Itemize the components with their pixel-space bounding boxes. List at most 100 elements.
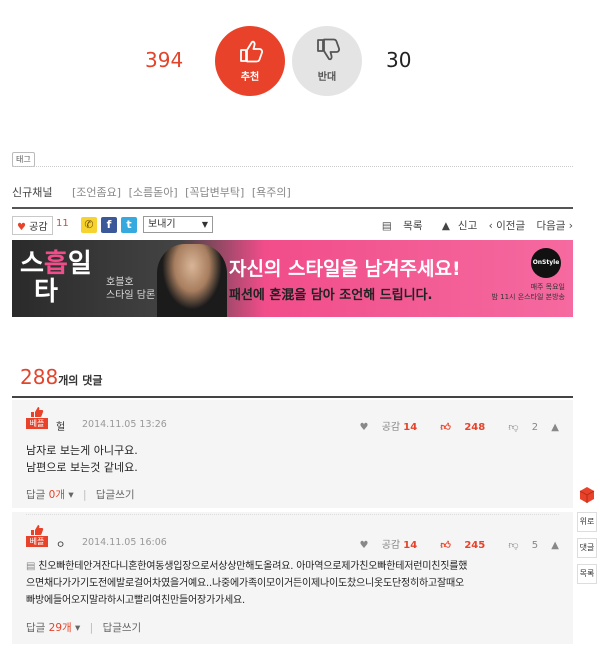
best-label: 베플: [26, 536, 48, 547]
thumbs-up-icon: [31, 525, 44, 535]
comment-item: 베플 ㅇ 2014.11.05 16:06 ♥ 공감 14 👍︎ 245 👎︎ …: [12, 512, 573, 644]
like-label: 공감: [29, 222, 48, 233]
comment-divider: [26, 514, 559, 515]
quick-menu-logo-icon[interactable]: [577, 486, 597, 506]
comment-downvote-count: 5: [531, 540, 539, 551]
chevron-down-icon: ▾: [68, 489, 74, 501]
banner-logo-char: 타: [34, 277, 58, 307]
kakao-share-icon[interactable]: ✆: [81, 217, 97, 233]
prev-post-link[interactable]: ‹ 이전글: [489, 220, 526, 232]
reply-toggle[interactable]: 답글 29개 ▾: [26, 622, 80, 634]
banner-schedule: 매주 목요일 밤 11시 온스타일 본방송: [491, 282, 565, 302]
thumbs-up-icon: 👍︎: [440, 540, 451, 551]
quick-menu: 위로 댓글 목록: [577, 486, 597, 590]
comment-date: 2014.11.05 16:06: [82, 537, 167, 548]
comment-body: ▤ 친오빠한테안겨잔다니혼한여동생입장으로서상상만해도올려요. 아마역으로제가친…: [26, 558, 559, 609]
comment-count: 288: [20, 365, 59, 389]
comment-reply-row: 답글 29개 ▾ | 답글쓰기: [26, 620, 141, 635]
list-link[interactable]: ▤ 목록: [374, 220, 423, 232]
reply-count: 0개: [48, 489, 66, 501]
next-post-link[interactable]: 다음글 ›: [536, 220, 573, 232]
reply-label: 답글: [26, 489, 46, 501]
comment-downvote-button[interactable]: 👎︎ 5: [498, 540, 538, 551]
comments-header: 288개의 댓글: [20, 365, 103, 389]
comment-upvote-count: 245: [464, 540, 486, 551]
comment-line: 남편으로 보는것 같네요.: [26, 461, 138, 474]
channel-divider: [12, 207, 573, 209]
quick-list-button[interactable]: 목록: [577, 564, 597, 584]
comment-like-button[interactable]: ♥ 공감 14: [350, 540, 418, 551]
quick-reply-button[interactable]: 댓글: [577, 538, 597, 558]
thumbs-up-icon: [31, 407, 44, 417]
facebook-share-icon[interactable]: f: [101, 217, 117, 233]
report-icon[interactable]: ▲: [551, 422, 559, 433]
send-select-value: 보내기: [148, 219, 176, 230]
comment-upvote-count: 248: [464, 422, 486, 433]
reply-label: 답글: [26, 622, 46, 634]
channel-link[interactable]: [조언좀요]: [72, 186, 121, 199]
thumbs-down-icon: 👎︎: [508, 540, 519, 551]
channel-title[interactable]: 신규채널: [12, 186, 52, 199]
write-reply-link[interactable]: 답글쓰기: [103, 622, 142, 634]
write-reply-link[interactable]: 답글쓰기: [96, 489, 135, 501]
report-label: 신고: [457, 220, 478, 232]
twitter-share-icon[interactable]: t: [121, 217, 137, 233]
comment-line-text: 친오빠한테안겨잔다니혼한여동생입장으로서상상만해도올려요. 아마역으로제가친오빠…: [38, 561, 468, 572]
banner-logo-char: 일: [67, 249, 92, 279]
comment-like-label: 공감: [381, 422, 401, 433]
chevron-down-icon: ▾: [75, 622, 81, 634]
comments-header-divider: [12, 396, 573, 398]
quick-top-button[interactable]: 위로: [577, 512, 597, 532]
dropdown-arrow-icon: ▼: [201, 220, 208, 229]
report-link[interactable]: ▲ 신고: [434, 220, 477, 232]
like-button[interactable]: ♥ 공감: [12, 216, 53, 235]
report-icon[interactable]: ▲: [551, 540, 559, 551]
comment-line: ▤ 친오빠한테안겨잔다니혼한여동생입장으로서상상만해도올려요. 아마역으로제가친…: [26, 558, 559, 575]
banner-schedule-time: 밤 11시 온스타일 본방송: [491, 293, 565, 301]
heart-icon: ♥: [359, 422, 369, 433]
comment-line: 빠방에들어오지말라하시고빨리여친만들어장가가세요.: [26, 595, 245, 606]
banner-headline: 자신의 스타일을 남겨주세요!: [229, 258, 461, 280]
heart-icon: ♥: [17, 222, 26, 233]
channel-links: [조언좀요] [소름돋아] [꼭답변부탁] [욕주의]: [72, 186, 295, 199]
comment-reply-row: 답글 0개 ▾ | 답글쓰기: [26, 487, 135, 502]
channel-link[interactable]: [욕주의]: [252, 186, 291, 199]
comment-date: 2014.11.05 13:26: [82, 419, 167, 430]
like-count: 11: [56, 218, 69, 229]
downvote-label: 반대: [317, 72, 337, 83]
ad-banner[interactable]: 스흡일 타 호블호 스타일 담론 자신의 스타일을 남겨주세요! 패션에 혼混을…: [12, 240, 573, 317]
comment-stats: ♥ 공감 14 👍︎ 245 👎︎ 5 ▲: [340, 536, 559, 551]
channel-link[interactable]: [꼭답변부탁]: [185, 186, 244, 199]
banner-host-name: 호블호: [106, 277, 134, 288]
banner-person-image: [157, 244, 227, 317]
separator: |: [89, 622, 94, 634]
thumbs-down-icon: [317, 38, 341, 61]
upvote-count: 394: [145, 48, 184, 72]
upvote-button[interactable]: 추천: [215, 26, 285, 96]
separator: |: [82, 489, 87, 501]
list-label: 목록: [403, 220, 423, 232]
channel-row: 신규채널 [조언좀요] [소름돋아] [꼭답변부탁] [욕주의]: [12, 184, 295, 200]
comment-author[interactable]: 헐: [56, 418, 65, 433]
action-bar: ♥ 공감 11 ✆ f t 보내기 ▼ ▤ 목록 ▲ 신고 ‹ 이전글 다음글 ›: [12, 214, 573, 235]
comment-upvote-button[interactable]: 👍︎ 248: [430, 422, 485, 433]
send-select[interactable]: 보내기 ▼: [143, 216, 213, 233]
reply-toggle[interactable]: 답글 0개 ▾: [26, 489, 74, 501]
banner-schedule-day: 매주 목요일: [530, 283, 565, 291]
downvote-count: 30: [386, 48, 412, 72]
comment-like-button[interactable]: ♥ 공감 14: [350, 422, 418, 433]
comment-downvote-count: 2: [531, 422, 539, 433]
comment-upvote-button[interactable]: 👍︎ 245: [430, 540, 485, 551]
comment-author[interactable]: ㅇ: [56, 536, 65, 551]
banner-host-sub: 스타일 담론: [106, 290, 156, 301]
comment-downvote-button[interactable]: 👎︎ 2: [498, 422, 538, 433]
channel-link[interactable]: [소름돋아]: [129, 186, 178, 199]
comment-body: 남자로 보는게 아니구요. 남편으로 보는것 같네요.: [26, 442, 559, 476]
downvote-button[interactable]: 반대: [292, 26, 362, 96]
banner-logo: 스흡일 타: [20, 250, 92, 306]
best-badge: 베플: [26, 524, 48, 548]
banner-logo-char: 스: [20, 249, 44, 279]
report-icon: ▲: [441, 220, 450, 232]
comment-stats: ♥ 공감 14 👍︎ 248 👎︎ 2 ▲: [340, 418, 559, 433]
heart-icon: ♥: [359, 540, 369, 551]
